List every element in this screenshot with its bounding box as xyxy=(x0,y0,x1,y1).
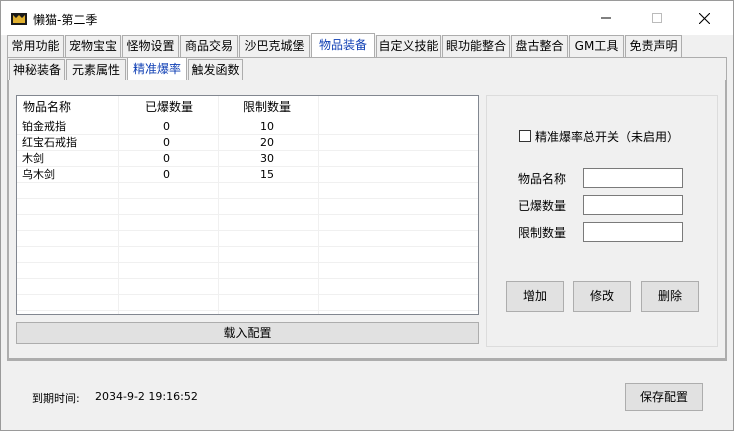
cell-limit: 20 xyxy=(260,136,274,149)
add-button[interactable]: 增加 xyxy=(506,281,564,312)
table-header: 物品名称 已爆数量 限制数量 xyxy=(17,96,478,118)
tab-common[interactable]: 常用功能 xyxy=(7,35,64,57)
limit-count-label: 限制数量 xyxy=(518,226,567,240)
column-header-name[interactable]: 物品名称 xyxy=(23,96,71,118)
tab-monster[interactable]: 怪物设置 xyxy=(122,35,179,57)
cell-name: 木剑 xyxy=(22,152,44,165)
dropped-count-input[interactable] xyxy=(583,195,683,215)
expiry-value: 2034-9-2 19:16:52 xyxy=(95,390,198,403)
footer-divider xyxy=(7,360,727,361)
column-header-dropped[interactable]: 已爆数量 xyxy=(145,96,193,118)
cell-dropped: 0 xyxy=(163,168,170,181)
minimize-button[interactable] xyxy=(583,1,629,35)
maximize-button[interactable] xyxy=(634,1,680,35)
master-switch-label: 精准爆率总开关（未启用） xyxy=(535,130,680,144)
cell-name: 铂金戒指 xyxy=(22,120,66,133)
cell-dropped: 0 xyxy=(163,136,170,149)
delete-button[interactable]: 删除 xyxy=(641,281,699,312)
maximize-icon xyxy=(652,13,662,23)
title-bar: 懒猫-第二季 xyxy=(1,1,733,35)
tab-disclaimer[interactable]: 免责声明 xyxy=(625,35,682,57)
cell-name: 红宝石戒指 xyxy=(22,136,77,149)
cell-dropped: 0 xyxy=(163,152,170,165)
table-row[interactable]: 铂金戒指 0 10 xyxy=(17,119,478,135)
master-switch-checkbox[interactable] xyxy=(519,130,531,142)
table-row[interactable]: 红宝石戒指 0 20 xyxy=(17,135,478,151)
window-title: 懒猫-第二季 xyxy=(33,13,98,27)
drop-list[interactable]: 物品名称 已爆数量 限制数量 铂金戒指 0 10 红宝石戒指 0 20 木剑 0… xyxy=(16,95,479,315)
column-header-limit[interactable]: 限制数量 xyxy=(243,96,291,118)
item-name-label: 物品名称 xyxy=(518,172,567,186)
cell-limit: 30 xyxy=(260,152,274,165)
tab-eye[interactable]: 眼功能整合 xyxy=(442,35,510,57)
app-window: 懒猫-第二季 常用功能 宠物宝宝 怪物设置 商品交易 沙巴克城堡 物品装备 自定… xyxy=(0,0,734,431)
cat-logo-icon xyxy=(11,13,27,25)
tab-items[interactable]: 物品装备 xyxy=(311,33,375,57)
tab-castle[interactable]: 沙巴克城堡 xyxy=(239,35,310,57)
limit-count-input[interactable] xyxy=(583,222,683,242)
modify-button[interactable]: 修改 xyxy=(573,281,631,312)
minimize-icon xyxy=(601,17,611,19)
tab-mystery[interactable]: 神秘装备 xyxy=(9,59,65,81)
dropped-count-label: 已爆数量 xyxy=(518,199,567,213)
table-row[interactable]: 乌木剑 0 15 xyxy=(17,167,478,183)
tab-drop-rate[interactable]: 精准爆率 xyxy=(127,57,187,81)
expiry-label: 到期时间: xyxy=(32,392,80,405)
close-icon xyxy=(698,12,710,24)
tab-element[interactable]: 元素属性 xyxy=(66,59,126,81)
table-row[interactable]: 木剑 0 30 xyxy=(17,151,478,167)
cell-name: 乌木剑 xyxy=(22,168,55,181)
item-name-input[interactable] xyxy=(583,168,683,188)
close-button[interactable] xyxy=(681,1,727,35)
save-config-button[interactable]: 保存配置 xyxy=(625,383,703,411)
tab-pangu[interactable]: 盘古整合 xyxy=(511,35,568,57)
tab-trigger[interactable]: 触发函数 xyxy=(188,59,243,81)
load-config-button[interactable]: 载入配置 xyxy=(16,322,479,344)
tab-gm[interactable]: GM工具 xyxy=(569,35,624,57)
cell-limit: 15 xyxy=(260,168,274,181)
tab-pet[interactable]: 宠物宝宝 xyxy=(65,35,121,57)
cell-limit: 10 xyxy=(260,120,274,133)
tab-trade[interactable]: 商品交易 xyxy=(180,35,238,57)
tab-custom-skill[interactable]: 自定义技能 xyxy=(376,35,441,57)
cell-dropped: 0 xyxy=(163,120,170,133)
